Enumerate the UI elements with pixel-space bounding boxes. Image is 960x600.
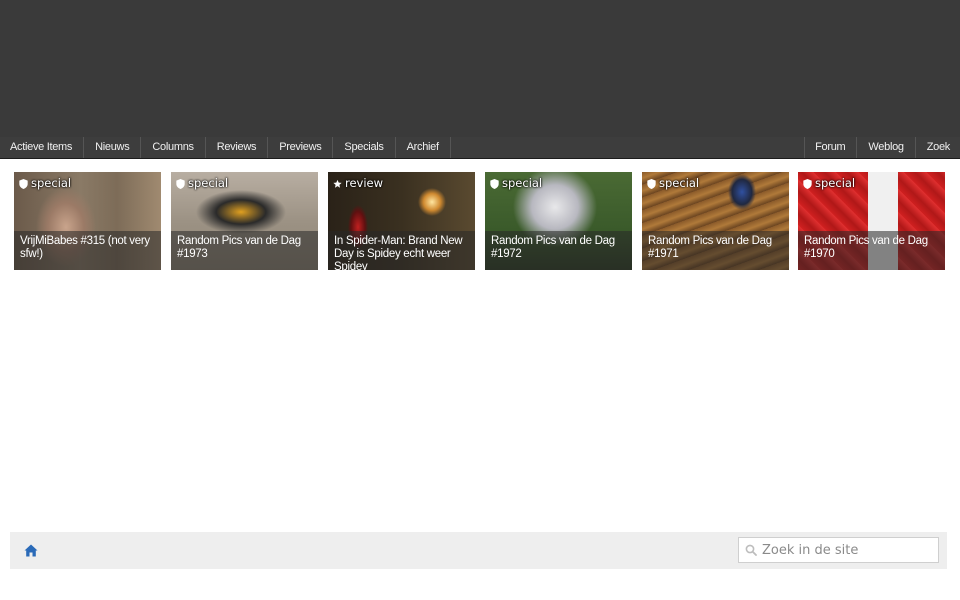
featured-tile[interactable]: special VrijMiBabes #315 (not very sfw!) [14,172,161,270]
nav-right: Forum Weblog Zoek [804,137,960,158]
shield-icon [803,178,812,189]
shield-icon [490,178,499,189]
shield-icon [176,178,185,189]
tile-tag-label: special [502,176,543,190]
tile-title: Random Pics van de Dag #1973 [171,231,318,270]
nav-item-zoek[interactable]: Zoek [914,137,960,158]
tile-tag-label: special [815,176,856,190]
featured-tile[interactable]: special Random Pics van de Dag #1970 [798,172,945,270]
featured-tile[interactable]: review In Spider-Man: Brand New Day is S… [328,172,475,270]
header-banner [0,0,960,137]
nav-item-reviews[interactable]: Reviews [206,137,269,158]
tile-title: Random Pics van de Dag #1971 [642,231,789,270]
nav-item-weblog[interactable]: Weblog [856,137,914,158]
nav-item-previews[interactable]: Previews [268,137,334,158]
tile-tag: special [490,177,542,190]
tile-title: In Spider-Man: Brand New Day is Spidey e… [328,231,475,270]
shield-icon [647,178,656,189]
tile-tag-label: special [188,176,229,190]
search-input[interactable] [762,542,932,558]
nav-item-forum[interactable]: Forum [804,137,856,158]
search-icon [745,544,757,556]
tile-title: VrijMiBabes #315 (not very sfw!) [14,231,161,270]
tile-tag-label: review [345,176,384,190]
nav-item-nieuws[interactable]: Nieuws [84,137,142,158]
home-icon[interactable] [24,544,38,557]
main-nav: Actieve Items Nieuws Columns Reviews Pre… [0,137,960,159]
nav-item-specials[interactable]: Specials [333,137,396,158]
nav-item-columns[interactable]: Columns [141,137,206,158]
search-box [738,537,939,563]
footer-bar [10,532,947,569]
tile-tag-label: special [31,176,72,190]
tile-tag: special [176,177,228,190]
nav-item-archief[interactable]: Archief [396,137,451,158]
shield-icon [19,178,28,189]
star-icon [333,179,342,188]
tile-tag: special [19,177,71,190]
tile-tag: special [803,177,855,190]
tile-title: Random Pics van de Dag #1972 [485,231,632,270]
featured-tile[interactable]: special Random Pics van de Dag #1972 [485,172,632,270]
nav-left: Actieve Items Nieuws Columns Reviews Pre… [0,137,451,158]
tile-tag: review [333,177,383,190]
featured-tile[interactable]: special Random Pics van de Dag #1971 [642,172,789,270]
featured-tile[interactable]: special Random Pics van de Dag #1973 [171,172,318,270]
tile-tag: special [647,177,699,190]
nav-item-actieve-items[interactable]: Actieve Items [0,137,85,158]
tile-tag-label: special [659,176,700,190]
tile-title: Random Pics van de Dag #1970 [798,231,945,270]
